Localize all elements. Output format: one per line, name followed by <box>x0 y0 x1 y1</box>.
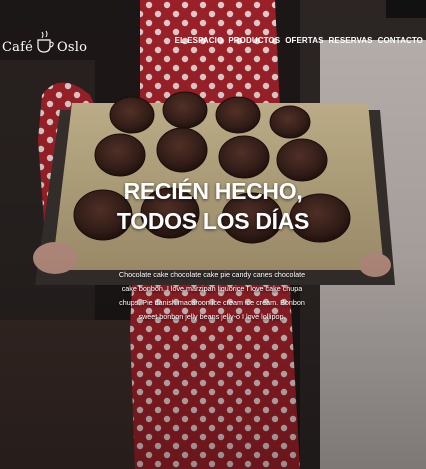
brand-logo[interactable]: Café Oslo <box>2 30 87 54</box>
nav-productos[interactable]: PRODUCTOS <box>228 36 280 45</box>
nav-reservas[interactable]: RESERVAS <box>329 36 373 45</box>
nav-contacto[interactable]: CONTACTO <box>378 36 423 45</box>
hero-description: Chocolate cake chocolate cake pie candy … <box>118 270 306 321</box>
coffee-cup-icon <box>37 30 54 53</box>
nav-el-espacio[interactable]: EL ESPACIO <box>175 36 224 45</box>
brand-word-left: Café <box>2 40 34 55</box>
hero-title: RECIÉN HECHO, TODOS LOS DÍAS <box>116 178 310 234</box>
nav-ofertas[interactable]: OFERTAS <box>285 36 323 45</box>
site-header: Café Oslo EL ESPACIO PRODUCTOS OFERTAS R… <box>0 0 426 70</box>
main-nav: EL ESPACIO PRODUCTOS OFERTAS RESERVAS CO… <box>175 36 423 45</box>
brand-word-right: Oslo <box>57 40 88 55</box>
